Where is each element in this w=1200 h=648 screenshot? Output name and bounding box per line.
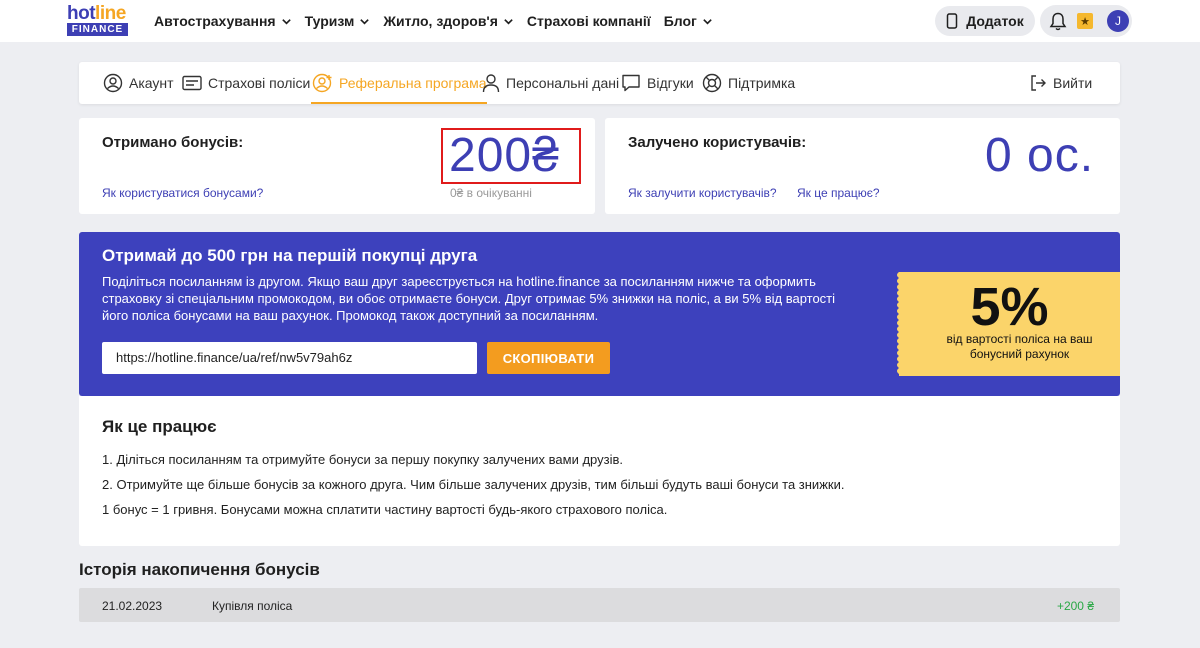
table-row: 21.02.2023 Купівля поліса +200 ₴ [79,588,1120,622]
history-description: Купівля поліса [212,599,293,613]
nav-item-home-health[interactable]: Житло, здоров'я [383,13,514,29]
copy-link-button[interactable]: СКОПІЮВАТИ [487,342,610,374]
chevron-down-icon [360,18,370,25]
tab-label: Акаунт [129,75,174,91]
referrals-card: Залучено користувачів: 0 ос. Як залучити… [605,118,1120,214]
history-title: Історія накопичення бонусів [79,560,320,579]
chevron-down-icon [703,18,712,25]
chevron-down-icon [281,18,291,25]
logo-subtitle: FINANCE [67,23,128,36]
referral-icon [312,73,332,93]
promo-heading: Отримай до 500 грн на першій покупці дру… [102,246,478,265]
nav-item-label: Туризм [304,13,355,29]
bonus-title: Отримано бонусів: [102,134,244,151]
tab-support[interactable]: Підтримка [702,62,795,104]
nav-item-label: Житло, здоров'я [383,13,498,29]
tab-personal-data[interactable]: Персональні дані [482,62,619,104]
how-line: 1 бонус = 1 гривня. Бонусами можна сплат… [102,502,668,517]
phone-icon [947,13,958,29]
nav-item-label: Страхові компанії [526,13,651,29]
tab-label: Підтримка [728,75,796,91]
referrals-title: Залучено користувачів: [628,134,807,151]
nav-item-tourism[interactable]: Туризм [305,13,371,29]
user-circle-icon [103,73,123,93]
chevron-down-icon [504,18,513,25]
discount-coupon: 5% від вартості поліса на ваш бонусний р… [897,272,1120,376]
person-icon [482,74,500,93]
tab-label: Відгуки [647,75,694,91]
tab-label: Страхові поліси [208,75,311,91]
nav-item-auto[interactable]: Автострахування [154,13,292,29]
favorites-star-icon[interactable]: ★ [1077,13,1093,29]
referral-promo-banner: Отримай до 500 грн на першій покупці дру… [79,232,1120,396]
invite-help-link[interactable]: Як залучити користувачів? [628,186,777,200]
tab-policies[interactable]: Страхові поліси [182,62,310,104]
bonus-amount-highlight [441,128,581,184]
logout-icon [1031,75,1046,91]
history-date: 21.02.2023 [102,599,163,613]
bell-icon[interactable] [1048,11,1068,32]
how-it-works-section: Як це працює 1. Діліться посиланням та о… [79,396,1120,546]
bonus-help-link[interactable]: Як користуватися бонусами? [102,186,263,200]
how-heading: Як це працює [102,417,217,436]
logout-button[interactable]: Вийти [1029,62,1092,104]
tab-reviews[interactable]: Відгуки [621,62,694,104]
app-download-button[interactable]: Додаток [935,6,1035,36]
app-button-label: Додаток [966,13,1024,29]
history-amount: +200 ₴ [1056,599,1094,613]
how-line: 2. Отримуйте ще більше бонусів за кожног… [102,477,845,492]
tab-referral[interactable]: Реферальна програма [311,62,487,104]
referrals-count: 0 ос. [985,129,1095,182]
logout-label: Вийти [1053,75,1093,91]
referral-link-field[interactable]: https://hotline.finance/ua/ref/nw5v79ah6… [102,342,477,374]
how-it-works-link[interactable]: Як це працює? [797,186,880,200]
tab-account[interactable]: Акаунт [103,62,174,104]
how-line: 1. Діліться посиланням та отримуйте бону… [102,452,624,467]
coupon-description: від вартості поліса на ваш бонусний раху… [946,332,1093,361]
nav-item-blog[interactable]: Блог [664,13,713,29]
tab-label: Реферальна програма [339,75,487,91]
avatar[interactable]: J [1107,10,1129,32]
account-tabs: Акаунт Страхові поліси Реферальна програ… [79,62,1120,104]
lifebuoy-icon [702,73,722,93]
main-nav: Автострахування Туризм Житло, здоров'я С… [154,0,726,42]
top-bar: hotline FINANCE Автострахування Туризм Ж… [0,0,1200,42]
nav-item-label: Автострахування [154,13,276,29]
chat-icon [622,74,640,92]
hotline-finance-logo[interactable]: hotline FINANCE [67,3,129,37]
nav-item-label: Блог [663,13,697,29]
tab-label: Персональні дані [506,75,620,91]
bonus-pending: 0₴ в очікуванні [450,186,532,200]
user-controls: ★ J [1040,5,1132,37]
nav-item-companies[interactable]: Страхові компанії [527,13,651,29]
promo-text: Поділіться посиланням із другом. Якщо ва… [102,274,836,323]
card-icon [182,75,202,91]
logo-wordmark: hotline [67,3,126,24]
coupon-percent: 5% [970,277,1049,337]
